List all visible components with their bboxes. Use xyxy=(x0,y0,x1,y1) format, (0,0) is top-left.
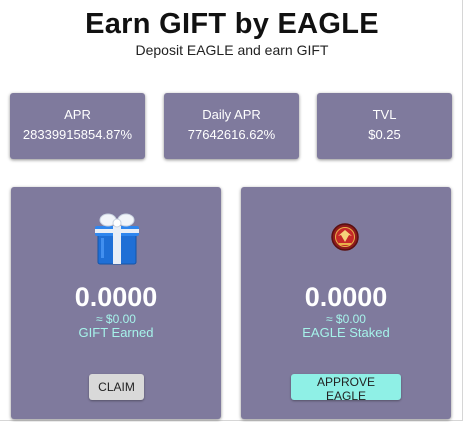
tvl-stat-card: TVL $0.25 xyxy=(317,93,452,159)
tvl-label: TVL xyxy=(372,107,397,122)
apr-label: APR xyxy=(64,107,91,122)
earned-card: 0.0000 ≈ $0.00 GIFT Earned CLAIM xyxy=(11,187,221,419)
eagle-token-icon xyxy=(241,207,451,267)
tvl-value: $0.25 xyxy=(368,127,401,142)
page-title: Earn GIFT by EAGLE xyxy=(85,8,379,40)
earned-usd-value: ≈ $0.00 xyxy=(96,312,136,326)
staked-caption: EAGLE Staked xyxy=(302,325,390,340)
earned-amount: 0.0000 xyxy=(74,282,158,312)
staked-card: 0.0000 ≈ $0.00 EAGLE Staked APPROVE EAGL… xyxy=(241,187,451,419)
daily-apr-stat-card: Daily APR 77642616.62% xyxy=(164,93,299,159)
earned-caption: GIFT Earned xyxy=(78,325,154,340)
daily-apr-label: Daily APR xyxy=(202,107,261,122)
staked-amount: 0.0000 xyxy=(304,282,388,312)
claim-button[interactable]: CLAIM xyxy=(89,374,144,400)
daily-apr-value: 77642616.62% xyxy=(187,127,276,142)
apr-value: 28339915854.87% xyxy=(22,127,133,142)
apr-stat-card: APR 28339915854.87% xyxy=(10,93,145,159)
gift-box-icon xyxy=(11,207,221,267)
page-subtitle: Deposit EAGLE and earn GIFT xyxy=(135,42,329,58)
staked-usd-value: ≈ $0.00 xyxy=(326,312,366,326)
approve-eagle-button[interactable]: APPROVE EAGLE xyxy=(291,374,401,403)
